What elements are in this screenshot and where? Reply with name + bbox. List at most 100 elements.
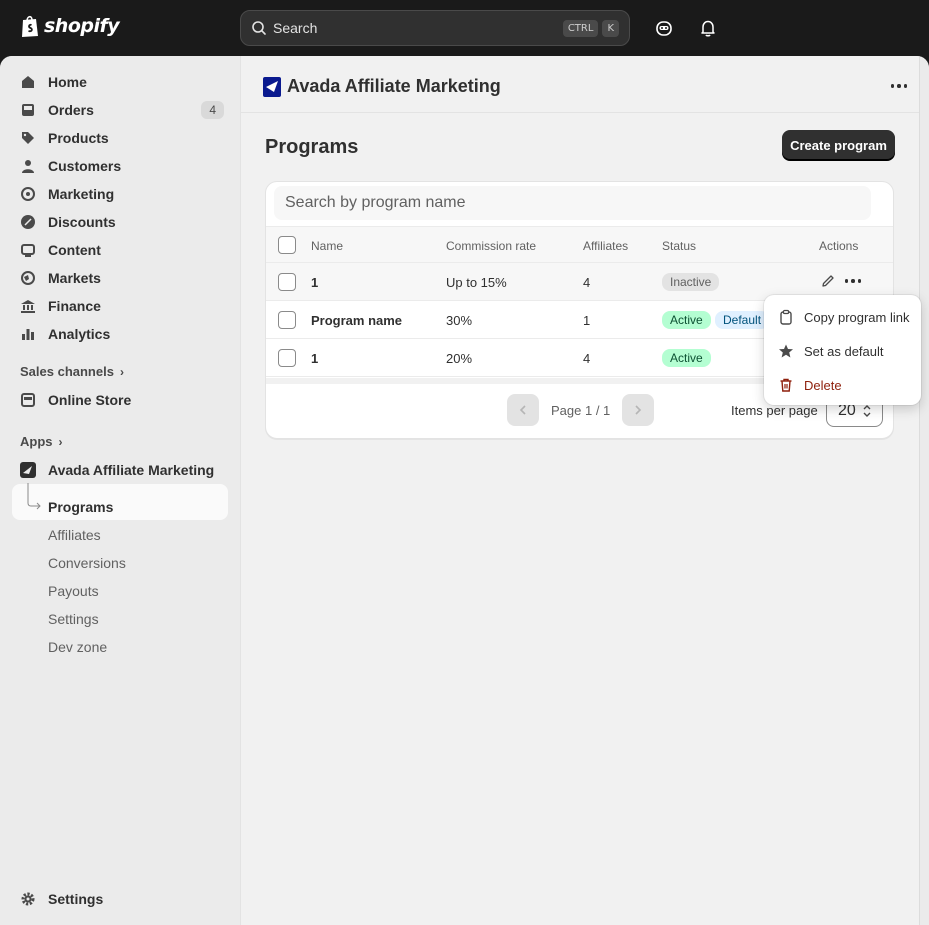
- status-badge: Inactive: [662, 273, 720, 291]
- more-dot: [897, 84, 901, 88]
- select-arrows-icon: [863, 405, 871, 417]
- column-header-status[interactable]: Status: [662, 239, 696, 253]
- app-more-actions-button[interactable]: [889, 78, 909, 94]
- right-edge-strip: [919, 56, 929, 925]
- sidebar-subitem-dev-zone[interactable]: Dev zone: [48, 639, 107, 655]
- commission-rate: Up to 15%: [446, 275, 507, 290]
- bell-icon[interactable]: [698, 18, 718, 38]
- program-name: 1: [311, 351, 319, 366]
- commission-rate: 20%: [446, 351, 473, 366]
- shortcut-key-ctrl: CTRL: [562, 19, 599, 37]
- star-icon: [779, 344, 793, 358]
- search-label: Search: [273, 20, 318, 36]
- shopify-bag-icon: [22, 15, 38, 37]
- row-checkbox[interactable]: [278, 349, 296, 367]
- sidebar-item-home[interactable]: Home: [12, 68, 228, 96]
- sidebar-item-customers[interactable]: Customers: [12, 152, 228, 180]
- row-more-actions-button[interactable]: [843, 273, 863, 289]
- app-header: Avada Affiliate Marketing: [263, 76, 501, 97]
- avada-logo: [263, 76, 281, 97]
- next-page-button[interactable]: [622, 394, 655, 426]
- status-badge: Active: [662, 311, 711, 329]
- sidekick-icon[interactable]: [654, 18, 674, 38]
- column-header-affiliates[interactable]: Affiliates: [583, 239, 628, 253]
- affiliates-count: 4: [583, 351, 591, 366]
- program-search-field[interactable]: [274, 186, 871, 220]
- page-indicator: Page 1 / 1: [551, 402, 611, 418]
- orders-count-badge: 4: [201, 101, 224, 119]
- home-icon: [22, 76, 34, 88]
- sidebar-subitem-payouts[interactable]: Payouts: [48, 583, 99, 599]
- globe-icon: [21, 271, 35, 285]
- program-name: 1: [311, 275, 319, 290]
- sidebar-item-content[interactable]: Content: [12, 236, 228, 264]
- program-search-input[interactable]: [274, 186, 871, 220]
- default-badge: Default: [715, 311, 770, 329]
- target-icon: [21, 187, 35, 201]
- apps-label: Apps: [20, 434, 53, 449]
- copy-program-link-item[interactable]: Copy program link: [772, 302, 913, 332]
- chart-icon: [22, 329, 34, 340]
- sidebar-subitem-conversions[interactable]: Conversions: [48, 555, 126, 571]
- more-dot: [857, 279, 862, 283]
- sidebar-subitem-settings[interactable]: Settings: [48, 611, 99, 627]
- main-content: Avada Affiliate Marketing Programs Creat…: [240, 56, 920, 925]
- avada-app-icon: [20, 462, 36, 478]
- delete-label: Delete: [804, 377, 842, 393]
- sidebar-item-avada-app[interactable]: Avada Affiliate Marketing: [12, 456, 228, 484]
- sidebar-item-label: Settings: [48, 891, 104, 907]
- create-program-button[interactable]: Create program: [782, 130, 895, 160]
- header-divider: [241, 112, 920, 113]
- more-dot: [903, 84, 908, 88]
- chevron-left-icon: [519, 405, 526, 415]
- sidebar-item-settings[interactable]: Settings: [12, 885, 228, 913]
- brand-name: shopify: [44, 15, 120, 37]
- sidebar-subitem-affiliates[interactable]: Affiliates: [48, 527, 101, 543]
- sales-channels-heading[interactable]: Sales channels ›: [20, 364, 124, 379]
- sidebar-item-discounts[interactable]: Discounts: [12, 208, 228, 236]
- sidebar-item-online-store[interactable]: Online Store: [12, 386, 228, 414]
- chevron-right-icon: ›: [119, 364, 124, 379]
- shopify-logo[interactable]: shopify: [20, 14, 120, 38]
- sidebar-item-products[interactable]: Products: [12, 124, 228, 152]
- sidebar-item-markets[interactable]: Markets: [12, 264, 228, 292]
- row-actions-popover: Copy program link Set as default Delete: [764, 295, 921, 405]
- affiliates-count: 4: [583, 275, 591, 290]
- more-dot: [844, 279, 849, 283]
- apps-heading[interactable]: Apps ›: [20, 434, 63, 449]
- content-icon: [21, 244, 35, 257]
- top-bar: shopify Search CTRL K: [0, 0, 929, 56]
- delete-item[interactable]: Delete: [772, 370, 913, 400]
- row-checkbox[interactable]: [278, 273, 296, 291]
- sidebar-item-finance[interactable]: Finance: [12, 292, 228, 320]
- page-title: Programs: [265, 136, 359, 158]
- orders-icon: [22, 104, 34, 116]
- set-as-default-item[interactable]: Set as default: [772, 336, 913, 366]
- row-checkbox[interactable]: [278, 311, 296, 329]
- column-header-commission[interactable]: Commission rate: [446, 239, 536, 253]
- sidebar-item-label: Orders: [48, 102, 94, 118]
- previous-page-button[interactable]: [507, 394, 539, 426]
- global-search-bar[interactable]: Search CTRL K: [240, 10, 630, 46]
- items-per-page-label: Items per page: [731, 403, 818, 418]
- admin-shell: Home Orders 4 Products Customers Marketi…: [0, 56, 929, 925]
- sidebar-item-label: Online Store: [48, 392, 132, 408]
- column-header-name[interactable]: Name: [311, 239, 343, 253]
- set-as-default-label: Set as default: [804, 343, 884, 359]
- sidebar-item-analytics[interactable]: Analytics: [12, 320, 228, 348]
- sidebar-item-label: Marketing: [48, 186, 115, 202]
- bank-icon: [21, 300, 35, 313]
- sidebar-item-orders[interactable]: Orders 4: [12, 96, 228, 124]
- sidebar-subitem-programs[interactable]: Programs: [48, 499, 113, 515]
- sidebar-item-label: Avada Affiliate Marketing: [48, 462, 215, 478]
- pencil-icon[interactable]: [820, 273, 836, 289]
- sidebar-item-label: Markets: [48, 270, 101, 286]
- more-dot: [890, 84, 895, 88]
- sidebar-item-label: Content: [48, 242, 101, 258]
- chevron-right-icon: [635, 405, 642, 415]
- clipboard-icon: [780, 309, 792, 325]
- select-all-checkbox[interactable]: [278, 236, 296, 254]
- sidebar-item-label: Discounts: [48, 214, 116, 230]
- sidebar-item-label: Products: [48, 130, 109, 146]
- sidebar-item-marketing[interactable]: Marketing: [12, 180, 228, 208]
